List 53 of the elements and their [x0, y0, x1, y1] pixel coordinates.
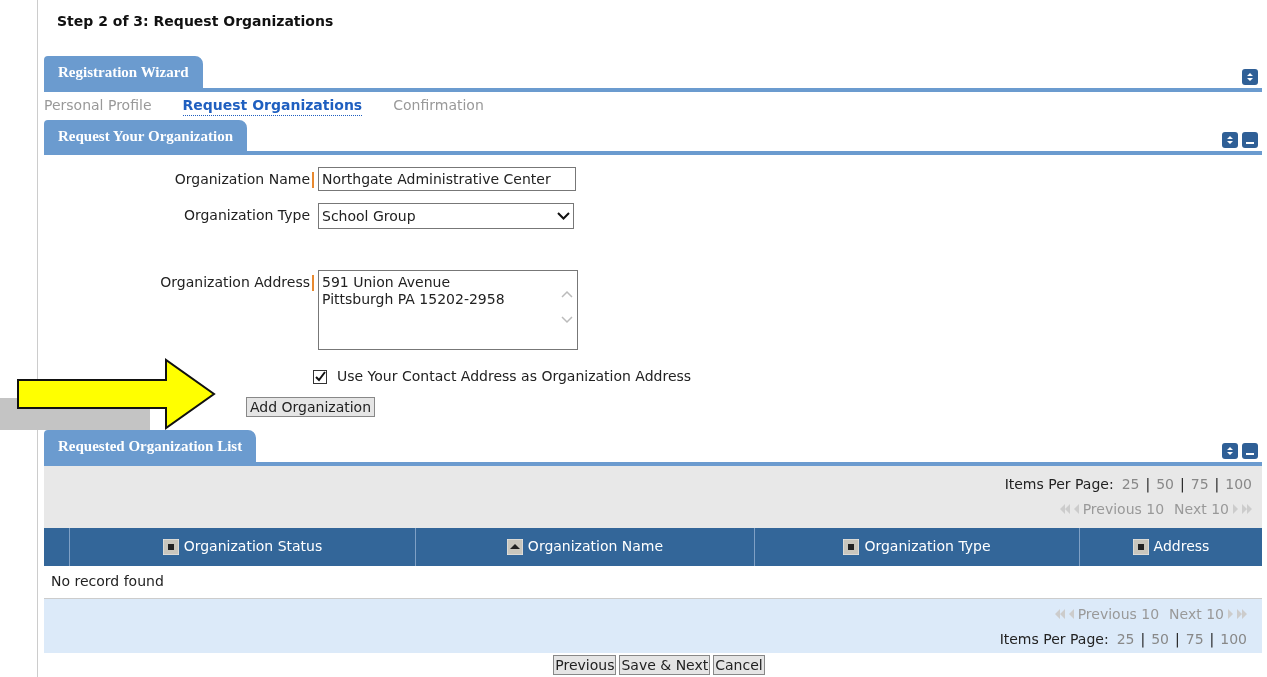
minimize-icon[interactable] — [1242, 132, 1258, 148]
page-title: Step 2 of 3: Request Organizations — [56, 12, 335, 31]
expand-collapse-icon[interactable] — [1222, 132, 1238, 148]
page-size-link[interactable]: 100 — [1225, 473, 1252, 495]
form-button[interactable]: Cancel — [713, 654, 765, 675]
expand-collapse-icon[interactable] — [1242, 68, 1258, 85]
sort-icon[interactable] — [843, 538, 860, 555]
field-label: Organization Address — [160, 273, 310, 292]
organization-name-field[interactable]: Northgate Administrative Center — [318, 167, 576, 191]
page-size-link[interactable]: 25 — [1121, 473, 1140, 495]
organization-type-dropdown[interactable]: School Group — [318, 203, 574, 229]
column-header[interactable]: Organization Name — [416, 527, 755, 566]
separator-text: | — [1180, 474, 1185, 495]
wizard-step[interactable]: Confirmation — [393, 94, 484, 116]
page-size-link[interactable]: 75 — [1185, 628, 1204, 650]
next-link[interactable]: Next 10 — [1169, 603, 1224, 625]
form-button[interactable]: Save & Next — [619, 654, 711, 675]
form-button[interactable]: Previous — [553, 654, 617, 675]
selected-value: School Group — [322, 206, 416, 226]
page-size-link[interactable]: 100 — [1220, 628, 1247, 650]
page-size-link[interactable]: 75 — [1190, 473, 1209, 495]
previous-link[interactable]: Previous 10 — [1082, 498, 1165, 520]
field-label: Organization Type — [183, 206, 310, 225]
column-header[interactable]: Address — [1080, 527, 1262, 566]
organization-address-field[interactable]: 591 Union Avenue Pittsburgh PA 15202-2958 — [318, 270, 578, 350]
page-size-link[interactable]: 50 — [1156, 473, 1174, 495]
checkbox-label: Use Your Contact Address as Organization Address — [337, 367, 692, 386]
sort-icon[interactable] — [1132, 538, 1149, 555]
column-header[interactable]: Organization Type — [755, 527, 1080, 566]
items-per-page-label: Items Per Page: — [1004, 474, 1114, 494]
separator-text: | — [1209, 629, 1215, 650]
checkbox[interactable] — [313, 369, 327, 384]
next-link[interactable]: Next 10 — [1174, 498, 1229, 520]
separator-text: | — [1145, 474, 1151, 495]
minimize-icon[interactable] — [1242, 442, 1258, 459]
expand-collapse-icon[interactable] — [1222, 442, 1238, 459]
chevron-down-icon — [557, 212, 570, 220]
separator-text: | — [1175, 629, 1180, 650]
wizard-step[interactable]: Personal Profile — [44, 94, 152, 116]
empty-message: No record found — [51, 572, 164, 591]
separator-text: | — [1214, 474, 1220, 495]
column-header[interactable]: Organization Status — [70, 527, 416, 566]
separator-text: | — [1140, 629, 1146, 650]
checkmark-icon — [314, 371, 326, 382]
items-per-page-label: Items Per Page: — [999, 629, 1109, 649]
wizard-step[interactable]: Request Organizations — [182, 94, 363, 116]
sort-icon[interactable] — [162, 538, 179, 555]
page-size-link[interactable]: 50 — [1151, 628, 1169, 650]
field-label: Organization Name — [174, 170, 310, 189]
add-organization-button[interactable]: Add Organization — [246, 397, 376, 417]
previous-link[interactable]: Previous 10 — [1077, 603, 1160, 625]
sort-icon[interactable] — [506, 538, 523, 555]
page-size-link[interactable]: 25 — [1116, 628, 1135, 650]
